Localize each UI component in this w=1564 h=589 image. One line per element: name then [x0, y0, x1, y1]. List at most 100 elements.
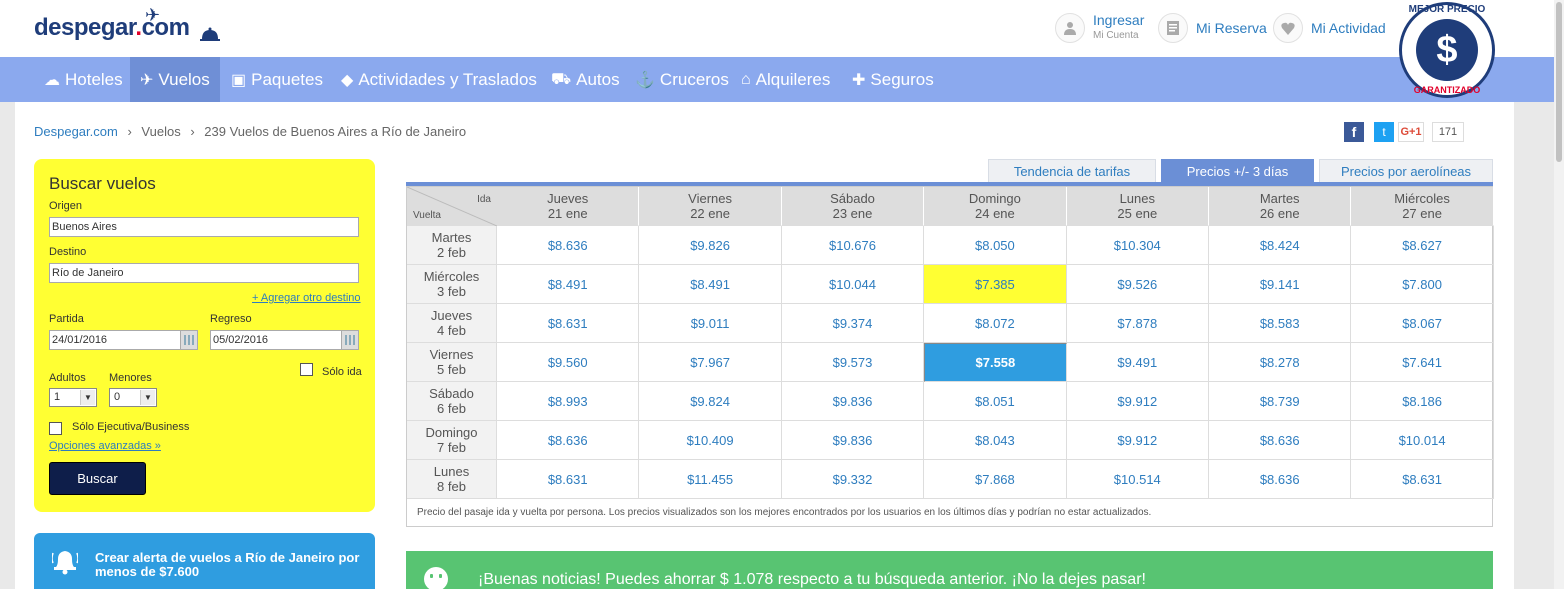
scrollbar-thumb[interactable]: [1556, 2, 1562, 162]
google-plus-button[interactable]: G+1: [1398, 122, 1424, 142]
price-cell[interactable]: $8.043: [924, 421, 1067, 460]
price-cell[interactable]: $8.050: [924, 226, 1067, 265]
price-cell[interactable]: $8.993: [497, 382, 640, 421]
nav-alquileres[interactable]: ⌂ Alquileres: [731, 57, 840, 102]
one-way-checkbox[interactable]: [300, 363, 313, 376]
price-cell[interactable]: $9.573: [781, 343, 925, 382]
price-cell[interactable]: $8.072: [924, 304, 1067, 343]
business-class-checkbox[interactable]: [49, 422, 62, 435]
advanced-options-link[interactable]: Opciones avanzadas »: [49, 440, 161, 452]
price-cell[interactable]: $10.409: [639, 421, 782, 460]
price-cell[interactable]: $11.455: [639, 460, 782, 499]
price-cell[interactable]: $9.836: [781, 382, 925, 421]
price-cell[interactable]: $9.141: [1209, 265, 1352, 304]
add-destination-link[interactable]: + Agregar otro destino: [252, 292, 361, 304]
price-alert-banner[interactable]: Crear alerta de vuelos a Río de Janeiro …: [34, 533, 375, 589]
price-cell[interactable]: $8.636: [497, 421, 640, 460]
nav-vuelos[interactable]: ✈ Vuelos: [130, 57, 220, 102]
price-cell[interactable]: $8.631: [1351, 460, 1494, 499]
price-cell[interactable]: $8.739: [1209, 382, 1352, 421]
my-activity-link[interactable]: Mi Actividad: [1273, 13, 1386, 43]
breadcrumb-vuelos[interactable]: Vuelos: [141, 124, 180, 139]
price-cell[interactable]: $8.067: [1351, 304, 1494, 343]
nav-paquetes[interactable]: ▣ Paquetes: [221, 57, 333, 102]
price-cell[interactable]: $8.051: [924, 382, 1067, 421]
price-cell[interactable]: $10.044: [781, 265, 925, 304]
price-cell[interactable]: $7.967: [639, 343, 782, 382]
price-cell[interactable]: $9.912: [1066, 382, 1209, 421]
breadcrumb-home[interactable]: Despegar.com: [34, 124, 118, 139]
price-cell[interactable]: $7.800: [1351, 265, 1494, 304]
calendar-icon[interactable]: [341, 330, 359, 350]
price-cell[interactable]: $8.631: [497, 304, 640, 343]
price-cell[interactable]: $8.636: [1209, 421, 1352, 460]
adults-value: 1: [54, 391, 61, 403]
children-select[interactable]: 0 ▼: [109, 388, 157, 407]
price-cell[interactable]: $8.636: [497, 226, 640, 265]
price-cell[interactable]: $8.278: [1209, 343, 1352, 382]
price-cell[interactable]: $9.560: [497, 343, 640, 382]
price-cell[interactable]: $7.868: [924, 460, 1067, 499]
badge-bottom-text: GARANTIZADO: [1413, 85, 1481, 95]
price-cell[interactable]: $8.636: [1209, 460, 1352, 499]
price-cell[interactable]: $8.631: [497, 460, 640, 499]
nav-cruceros[interactable]: ⚓ Cruceros: [625, 57, 739, 102]
origin-label: Origen: [49, 200, 83, 212]
price-cell[interactable]: $9.011: [639, 304, 782, 343]
price-cell[interactable]: $8.583: [1209, 304, 1352, 343]
price-cell[interactable]: $8.627: [1351, 226, 1494, 265]
nav-actividades[interactable]: ◆ Actividades y Traslados: [331, 57, 547, 102]
destination-input[interactable]: Río de Janeiro: [49, 263, 359, 283]
tab-plus-minus-3-days[interactable]: Precios +/- 3 días: [1161, 159, 1314, 183]
price-cell[interactable]: $9.826: [639, 226, 782, 265]
nav-hoteles[interactable]: ☁ Hoteles: [34, 57, 133, 102]
nav-seguros[interactable]: ✚ Seguros: [842, 57, 944, 102]
price-cell[interactable]: $10.676: [781, 226, 925, 265]
facebook-share-icon[interactable]: f: [1344, 122, 1364, 142]
login-link[interactable]: Ingresar Mi Cuenta: [1055, 13, 1144, 43]
my-booking-link[interactable]: Mi Reserva: [1158, 13, 1267, 43]
adults-select[interactable]: 1 ▼: [49, 388, 97, 407]
price-cell[interactable]: $10.014: [1351, 421, 1494, 460]
price-cell[interactable]: $9.374: [781, 304, 925, 343]
price-cell[interactable]: $7.878: [1066, 304, 1209, 343]
header-day: Martes: [1259, 191, 1300, 206]
price-cell[interactable]: $9.332: [781, 460, 925, 499]
price-cell[interactable]: $7.641: [1351, 343, 1494, 382]
logo[interactable]: despegar.com: [34, 14, 190, 42]
price-cell[interactable]: $8.424: [1209, 226, 1352, 265]
tab-prices-by-airline[interactable]: Precios por aerolíneas: [1319, 159, 1493, 183]
price-cell[interactable]: $9.912: [1066, 421, 1209, 460]
breadcrumb: Despegar.com › Vuelos › 239 Vuelos de Bu…: [34, 124, 472, 139]
suitcase-icon: ▣: [231, 71, 247, 89]
price-cell[interactable]: $9.824: [639, 382, 782, 421]
price-cell[interactable]: $8.186: [1351, 382, 1494, 421]
price-cell[interactable]: $9.836: [781, 421, 925, 460]
price-cell[interactable]: $9.526: [1066, 265, 1209, 304]
origin-input[interactable]: Buenos Aires: [49, 217, 359, 237]
price-cell[interactable]: $7.385: [924, 265, 1067, 304]
price-cell[interactable]: $10.304: [1066, 226, 1209, 265]
return-date-header: Martes 2 feb: [407, 226, 497, 265]
breadcrumb-separator: ›: [127, 124, 132, 139]
best-price-badge[interactable]: MEJOR PRECIO $ GARANTIZADO: [1399, 2, 1495, 98]
good-news-text: ¡Buenas noticias! Puedes ahorrar $ 1.078…: [478, 571, 1146, 588]
departure-date-input[interactable]: 24/01/2016: [49, 330, 181, 350]
price-cell[interactable]: $8.491: [639, 265, 782, 304]
breadcrumb-current: 239 Vuelos de Buenos Aires a Río de Jane…: [204, 124, 467, 139]
outbound-date-header: Jueves 21 ene: [497, 187, 640, 226]
calendar-icon[interactable]: [180, 330, 198, 350]
price-cell[interactable]: $8.491: [497, 265, 640, 304]
return-date-header: Lunes 8 feb: [407, 460, 497, 499]
nav-label: Hoteles: [65, 69, 123, 89]
tab-price-trend[interactable]: Tendencia de tarifas: [988, 159, 1156, 183]
user-icon: [1055, 13, 1085, 43]
price-cell[interactable]: $7.558: [924, 343, 1067, 382]
price-cell[interactable]: $10.514: [1066, 460, 1209, 499]
row-date: 8 feb: [437, 479, 466, 494]
nav-autos[interactable]: ⛟ Autos: [541, 57, 630, 102]
price-cell[interactable]: $9.491: [1066, 343, 1209, 382]
return-date-input[interactable]: 05/02/2016: [210, 330, 342, 350]
twitter-share-icon[interactable]: t: [1374, 122, 1394, 142]
search-button[interactable]: Buscar: [49, 462, 146, 495]
